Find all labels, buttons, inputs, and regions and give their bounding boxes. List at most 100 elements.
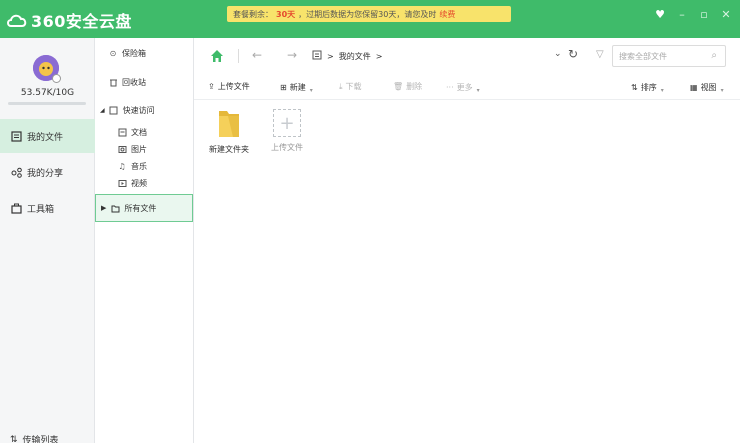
file-name: 新建文件夹 [209,145,249,154]
notice-message: ，过期后数据为您保留30天，请您及时 [298,9,437,19]
document-icon [117,127,127,137]
download-icon: ⤓ [339,81,343,91]
search-icon[interactable]: ⌕ [711,50,717,61]
more-button[interactable]: ··· 更多 ▾ [446,81,480,94]
tree-item-images[interactable]: 图片 [95,140,193,158]
breadcrumb-separator: > [327,51,334,61]
sort-label: 排序 [640,83,657,92]
tree-item-quick-access[interactable]: ◢ 快速访问 [95,101,193,119]
tree-item-label: 音乐 [131,161,147,171]
video-icon [117,178,127,188]
tree-item-label: 文档 [131,127,147,137]
home-icon[interactable] [210,49,224,63]
share-icon [10,166,22,178]
safe-icon: ⊙ [109,48,117,58]
more-label: 更多 [456,83,473,92]
cloud-logo-icon [7,14,27,27]
app-title: 360安全云盘 [31,12,132,31]
transfer-label: 传输列表 [22,436,59,443]
chevron-down-icon[interactable]: ⌄ [554,49,562,59]
toolbox-icon [10,202,22,214]
expand-right-icon[interactable]: ▶ [101,204,106,212]
new-button[interactable]: ⊞ 新建 ▾ [280,81,313,94]
storage-quota: 53.57K/10G [20,88,75,98]
tree-item-safe[interactable]: ⊙ 保险箱 [95,44,193,62]
folder-icon [219,111,239,137]
app-logo: 360安全云盘 [6,9,132,31]
filter-icon[interactable]: ▽ [596,49,604,60]
upload-button[interactable]: ⇪ 上传文件 [208,81,250,92]
delete-button[interactable]: 🗑 删除 [393,81,422,92]
breadcrumb-separator: > [375,51,383,61]
image-icon [117,144,127,154]
skin-icon[interactable]: ♥ [654,8,666,21]
maximize-icon[interactable]: ▫ [698,8,710,21]
folder-icon [110,203,120,213]
window-controls: ♥ – ▫ ✕ [654,8,732,21]
tree-item-label: 视频 [131,178,147,188]
plus-icon: + [273,109,301,137]
title-bar: 360安全云盘 套餐剩余： 30天 ，过期后数据为您保留30天，请您及时 续费 … [0,0,740,38]
close-icon[interactable]: ✕ [720,8,732,21]
breadcrumb[interactable]: > 我的文件 > [312,47,588,65]
transfer-list-button[interactable]: ⇅ 传输列表 [10,433,59,443]
forward-arrow-icon[interactable]: → [287,48,297,62]
sidebar-item-label: 我的文件 [27,132,64,143]
upload-icon: ⇪ [208,82,215,91]
sidebar-item-label: 我的分享 [27,168,64,179]
dropdown-caret-icon: ▾ [309,87,313,94]
tree-item-label: 快速访问 [122,105,155,115]
view-button[interactable]: ▦ 视图 ▾ [690,81,724,94]
tree-item-label: 所有文件 [124,203,157,213]
grid-view-icon: ▦ [690,83,698,92]
delete-icon: 🗑 [393,82,404,91]
tree-item-label: 图片 [131,144,147,154]
sort-icon: ⇅ [631,83,638,92]
trash-icon [108,77,118,87]
expand-down-icon[interactable]: ◢ [100,107,105,114]
tree-item-all-files[interactable]: ▶ 所有文件 [95,194,193,222]
sidebar-item-my-files[interactable]: 我的文件 [0,119,95,153]
music-icon: ♫ [118,161,126,171]
dropdown-caret-icon: ▾ [720,87,724,94]
dropdown-caret-icon: ▾ [660,87,664,94]
subscription-notice: 套餐剩余： 30天 ，过期后数据为您保留30天，请您及时 续费 [227,6,511,22]
new-label: 新建 [289,83,306,92]
notice-days: 30天 [276,9,296,19]
more-icon: ··· [446,83,454,92]
sidebar: 53.57K/10G 我的文件 我的分享 工具箱 ⇅ 传输列表 [0,38,95,443]
settings-badge-icon[interactable] [52,74,61,83]
search-input[interactable]: 搜索全部文件 ⌕ [612,45,726,67]
back-arrow-icon[interactable]: ← [252,48,262,62]
search-placeholder: 搜索全部文件 [619,51,667,61]
download-button[interactable]: ⤓ 下载 [339,81,362,92]
upload-file-tile[interactable]: + 上传文件 [262,107,312,153]
divider [238,49,239,63]
toolbar: ⇪ 上传文件 ⊞ 新建 ▾ ⤓ 下载 🗑 删除 ··· 更多 ▾ ⇅ 排序 ▾ … [194,76,740,100]
tree-item-music[interactable]: ♫ 音乐 [95,157,193,175]
folder-tree: ⊙ 保险箱 回收站 ◢ 快速访问 文档 图片 ♫ 音乐 视频 ▶ 所有文件 [95,38,194,443]
app-window: 360安全云盘 套餐剩余： 30天 ，过期后数据为您保留30天，请您及时 续费 … [0,0,740,443]
sidebar-item-my-share[interactable]: 我的分享 [0,155,95,189]
delete-label: 删除 [406,82,423,91]
quota-progress-bar [8,102,86,105]
path-folder-icon [312,50,322,62]
list-item[interactable]: 新建文件夹 [204,107,254,155]
minimize-icon[interactable]: – [676,8,688,21]
file-icon [10,130,22,142]
renew-link[interactable]: 续费 [439,9,455,20]
download-label: 下载 [345,82,362,91]
navigation-bar: ← → > 我的文件 > ⌄ ↻ ▽ 搜索全部文件 ⌕ [194,38,740,74]
refresh-icon[interactable]: ↻ [568,47,578,61]
tree-item-label: 回收站 [122,77,146,87]
file-name: 上传文件 [271,143,303,152]
tree-item-recycle-bin[interactable]: 回收站 [95,73,193,91]
tree-item-documents[interactable]: 文档 [95,123,193,141]
sort-button[interactable]: ⇅ 排序 ▾ [631,81,664,94]
new-folder-icon: ⊞ [280,83,287,92]
sidebar-item-toolbox[interactable]: 工具箱 [0,191,95,225]
notice-prefix: 套餐剩余： [233,9,273,19]
breadcrumb-my-files[interactable]: 我的文件 [339,51,371,62]
main-panel: ← → > 我的文件 > ⌄ ↻ ▽ 搜索全部文件 ⌕ ⇪ 上传文件 ⊞ 新建 … [194,38,740,443]
tree-item-video[interactable]: 视频 [95,174,193,192]
